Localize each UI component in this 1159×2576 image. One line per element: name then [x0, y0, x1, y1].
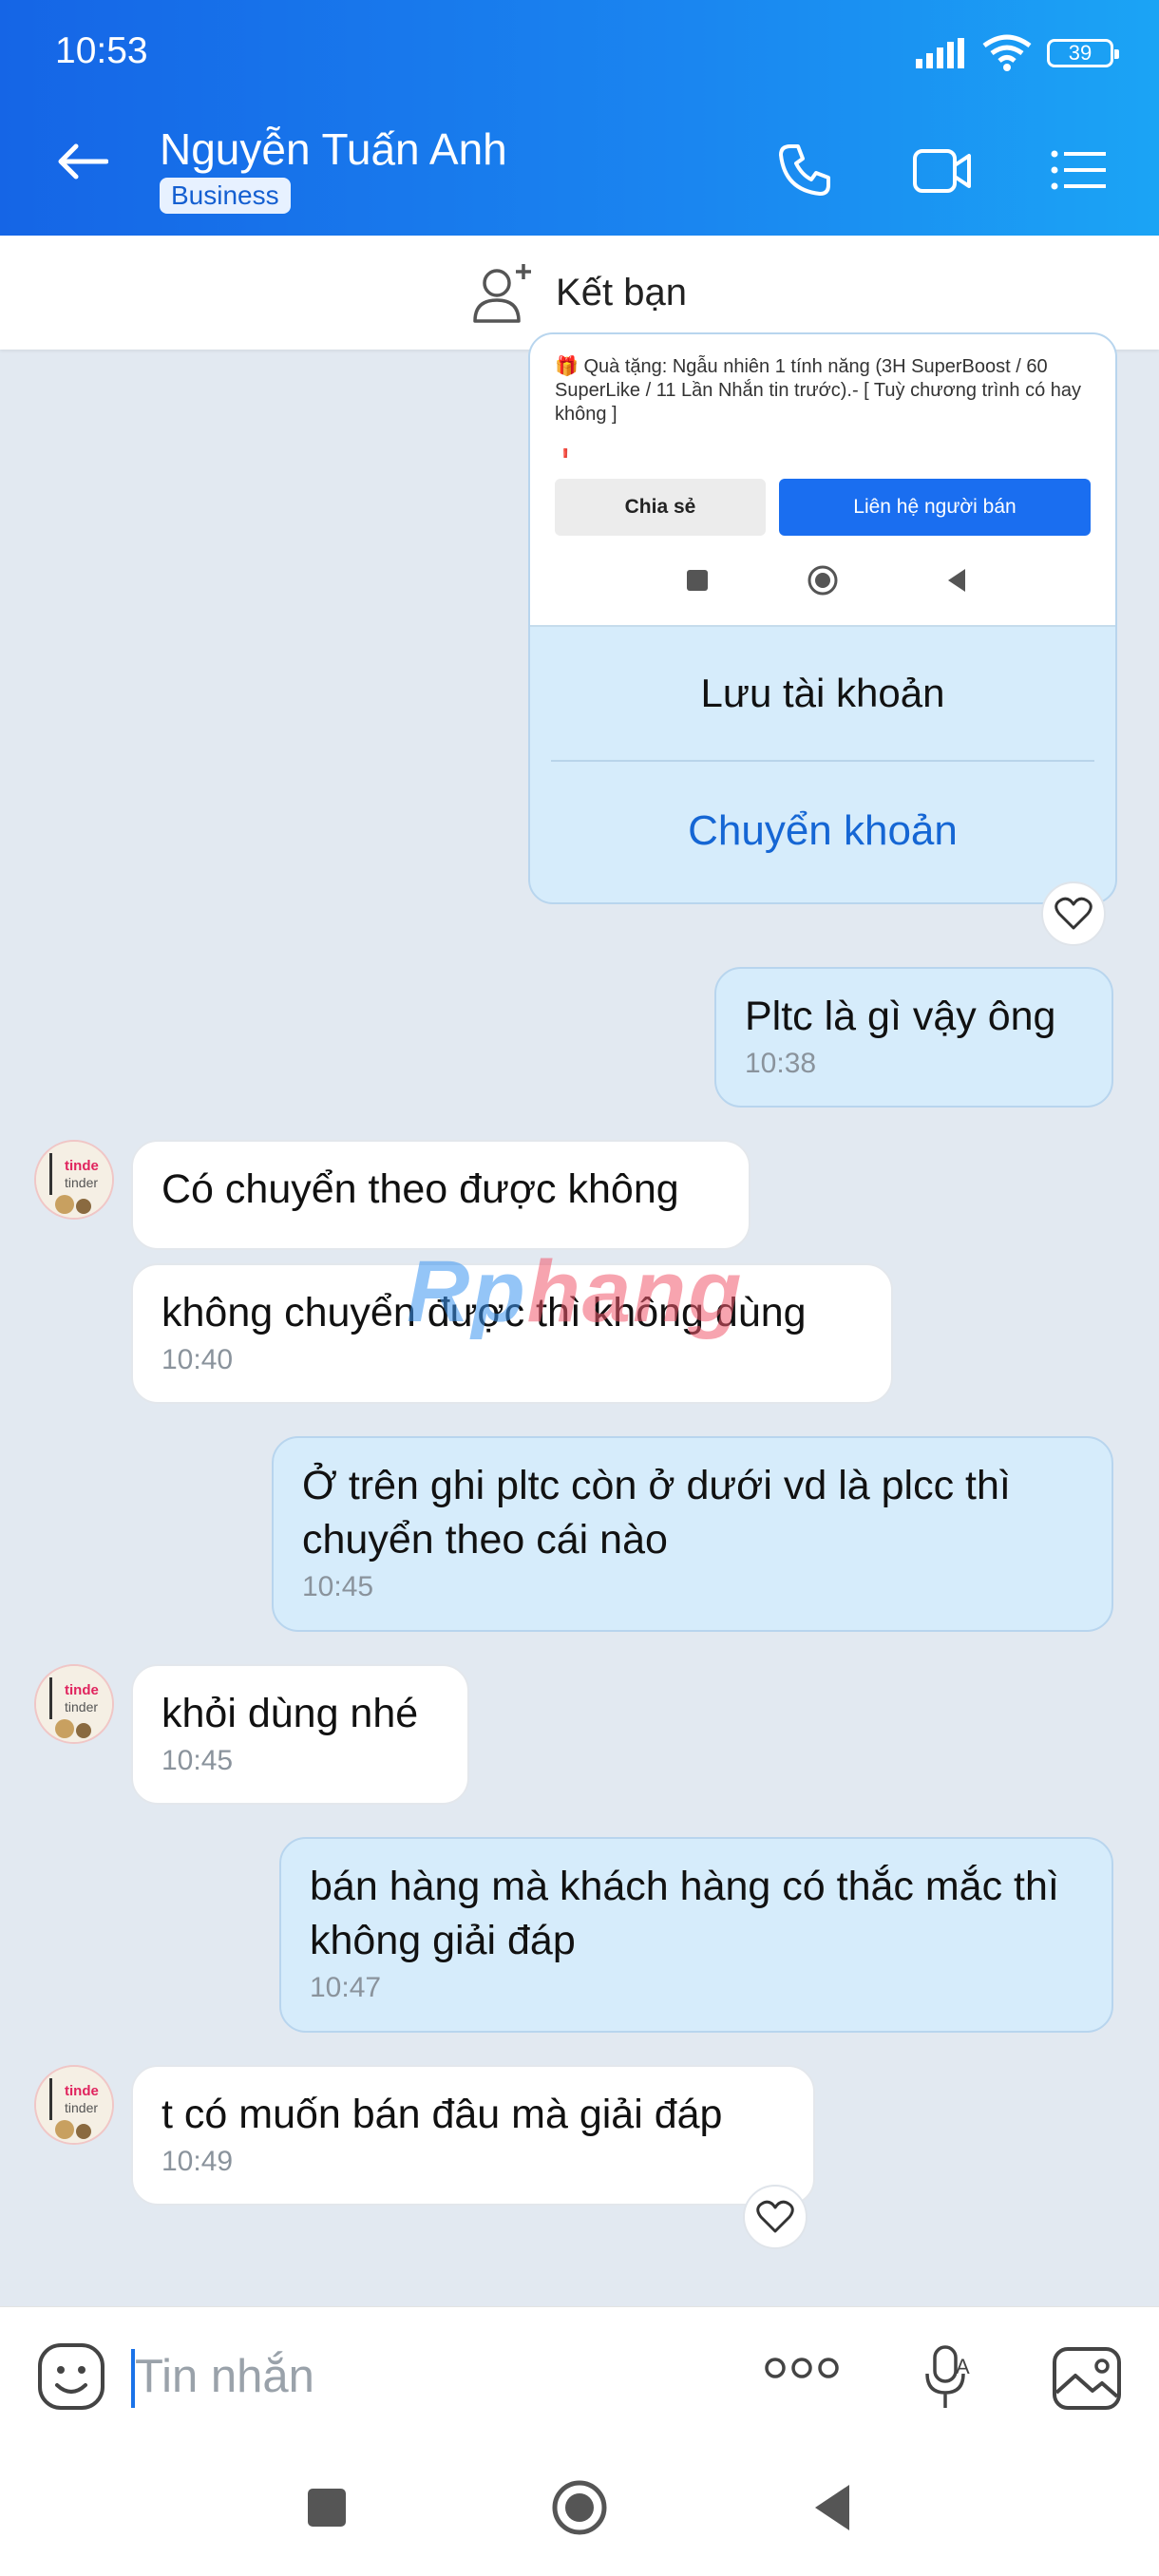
image-icon: [1053, 2347, 1121, 2410]
add-friend-label: Kết bạn: [556, 271, 687, 313]
menu-icon: [1051, 150, 1106, 190]
avatar-image: tinde tinder: [36, 1142, 112, 1218]
back-arrow-icon: [58, 143, 109, 180]
video-call-button[interactable]: [912, 148, 973, 199]
message-time: 10:38: [745, 1048, 817, 1079]
message-time: 10:40: [162, 1344, 234, 1375]
wifi-icon: [982, 34, 1032, 71]
menu-button[interactable]: [1051, 150, 1108, 195]
avatar[interactable]: tinde tinder: [34, 1140, 114, 1220]
message-text: Ở trên ghi pltc còn ở dưới vd là plcc th…: [302, 1463, 1011, 1563]
home-button-dot: [565, 2493, 594, 2522]
message-time: 10:45: [302, 1571, 374, 1602]
message-text: t có muốn bán đâu mà giải đáp: [162, 2092, 723, 2137]
card-preview-text: 🎁 Quà tặng: Ngẫu nhiên 1 tính năng (3H S…: [555, 356, 1087, 425]
shared-product-card[interactable]: 🎁 Quà tặng: Ngẫu nhiên 1 tính năng (3H S…: [528, 332, 1117, 904]
svg-text:A: A: [956, 2355, 970, 2378]
recent-apps-button[interactable]: [308, 2489, 346, 2527]
message-bubble-outgoing[interactable]: Pltc là gì vậy ông 10:38: [714, 967, 1113, 1108]
status-icons: 39: [916, 34, 1119, 72]
avatar-image: tinde tinder: [36, 2067, 112, 2143]
image-button[interactable]: [1051, 2345, 1123, 2416]
reaction-button[interactable]: [1041, 881, 1106, 946]
message-time: 10:47: [310, 1972, 382, 2003]
signal-icon: [916, 38, 964, 68]
transfer-button[interactable]: Chuyển khoản: [530, 762, 1115, 900]
message-text: khỏi dùng nhé: [162, 1691, 419, 1736]
status-time: 10:53: [55, 30, 148, 71]
watermark-logo: Rphang: [407, 1243, 744, 1340]
add-user-icon: [473, 264, 532, 323]
phone-icon: [779, 144, 830, 196]
message-bubble-incoming[interactable]: Có chuyển theo được không: [131, 1140, 750, 1250]
message-bubble-incoming[interactable]: khỏi dùng nhé 10:45: [131, 1664, 469, 1805]
voice-button[interactable]: A: [922, 2345, 975, 2416]
back-button[interactable]: [55, 142, 109, 185]
voice-icon: A: [925, 2345, 970, 2408]
card-share-button: Chia sẻ: [555, 479, 766, 536]
call-button[interactable]: [777, 142, 832, 202]
more-icon: [765, 2358, 839, 2378]
message-bubble-outgoing[interactable]: bán hàng mà khách hàng có thắc mắc thì k…: [279, 1837, 1113, 2033]
battery-indicator: 39: [1047, 39, 1119, 67]
svg-text:tinder: tinder: [65, 2100, 98, 2115]
emoji-button[interactable]: [36, 2341, 106, 2416]
nav-back-button[interactable]: [815, 2485, 849, 2530]
svg-text:tinde: tinde: [65, 1158, 99, 1174]
emoji-icon: [38, 2343, 104, 2410]
message-composer: A: [0, 2306, 1159, 2442]
card-nav-icons: [687, 565, 965, 596]
business-badge: Business: [160, 178, 291, 214]
message-time: 10:45: [162, 1745, 234, 1776]
svg-text:tinder: tinder: [65, 1175, 98, 1190]
card-screenshot[interactable]: 🎁 Quà tặng: Ngẫu nhiên 1 tính năng (3H S…: [530, 334, 1115, 627]
card-contact-seller-button: Liên hệ người bán: [779, 479, 1091, 536]
message-input[interactable]: [133, 2338, 707, 2415]
avatar[interactable]: tinde tinder: [34, 2065, 114, 2145]
save-account-button[interactable]: Lưu tài khoản: [530, 627, 1115, 760]
reaction-button[interactable]: [743, 2185, 808, 2249]
message-text: Pltc là gì vậy ông: [745, 994, 1056, 1039]
system-nav-bar: [0, 2441, 1159, 2576]
video-call-icon: [913, 149, 971, 193]
message-bubble-incoming[interactable]: t có muốn bán đâu mà giải đáp 10:49: [131, 2065, 815, 2206]
avatar[interactable]: tinde tinder: [34, 1664, 114, 1744]
svg-text:tinde: tinde: [65, 2083, 99, 2099]
contact-name[interactable]: Nguyễn Tuấn Anh: [160, 123, 507, 175]
heart-icon: [756, 2200, 794, 2233]
chat-header: 10:53 39 Nguyễn Tuấn Anh Business: [0, 0, 1159, 236]
message-time: 10:49: [162, 2146, 234, 2177]
heart-icon: [1054, 897, 1092, 930]
message-text: Có chuyển theo được không: [162, 1166, 679, 1212]
message-text: bán hàng mà khách hàng có thắc mắc thì k…: [310, 1864, 1059, 1963]
svg-text:tinder: tinder: [65, 1699, 98, 1714]
more-button[interactable]: [764, 2357, 840, 2384]
svg-text:tinde: tinde: [65, 1682, 99, 1698]
card-cut-line: ❗ ······································…: [555, 448, 884, 458]
message-bubble-outgoing[interactable]: Ở trên ghi pltc còn ở dưới vd là plcc th…: [272, 1436, 1113, 1632]
avatar-image: tinde tinder: [36, 1666, 112, 1742]
